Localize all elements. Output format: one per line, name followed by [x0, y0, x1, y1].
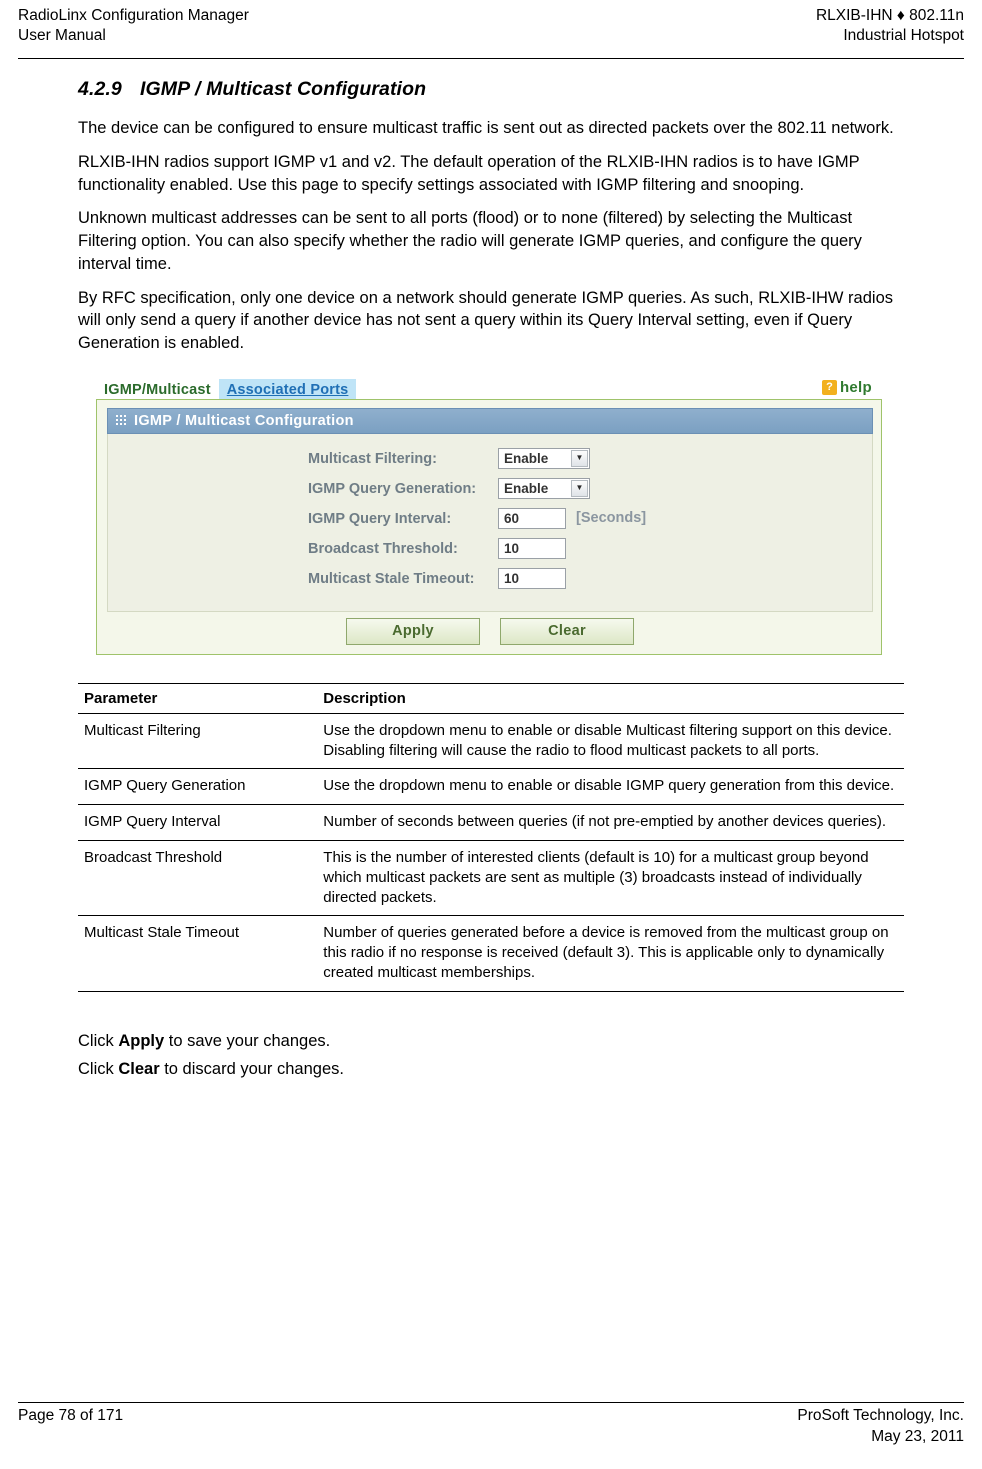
- footer-right: ProSoft Technology, Inc. May 23, 2011: [797, 1406, 964, 1447]
- cell-parameter: IGMP Query Generation: [78, 768, 318, 806]
- cell-parameter: IGMP Query Interval: [78, 804, 318, 842]
- page-number: Page 78 of 171: [18, 1407, 124, 1425]
- screenshot-figure: IGMP/Multicast Associated Ports ? help I…: [96, 377, 886, 657]
- input-igmp-query-interval[interactable]: 60: [498, 507, 566, 529]
- question-mark-icon: ?: [821, 379, 837, 395]
- closing-apply-bold: Apply: [118, 1031, 165, 1050]
- label-broadcast-threshold: Broadcast Threshold:: [308, 540, 458, 557]
- form-row-igmp-query-interval: IGMP Query Interval: 60 [Seconds]: [308, 507, 647, 533]
- cell-parameter: Broadcast Threshold: [78, 840, 318, 917]
- input-multicast-stale-timeout[interactable]: 10: [498, 567, 566, 589]
- label-multicast-filtering: Multicast Filtering:: [308, 450, 437, 467]
- header-right: RLXIB-IHN ♦ 802.11n Industrial Hotspot: [816, 6, 964, 46]
- closing-clear-bold: Clear: [118, 1059, 160, 1078]
- cell-description: Use the dropdown menu to enable or disab…: [317, 768, 904, 806]
- intro-paragraph-4: By RFC specification, only one device on…: [78, 288, 894, 353]
- header-category: Industrial Hotspot: [843, 27, 964, 45]
- closing-clear-post: to discard your changes.: [159, 1059, 344, 1078]
- footer-divider: [18, 1402, 964, 1403]
- apply-button[interactable]: Apply: [346, 617, 480, 645]
- form-row-multicast-filtering: Multicast Filtering: Enable ▼: [308, 447, 646, 473]
- page-header: RadioLinx Configuration Manager User Man…: [0, 0, 982, 46]
- cell-description: This is the number of interested clients…: [317, 840, 904, 917]
- unit-seconds: [Seconds]: [576, 509, 647, 526]
- header-divider: [18, 58, 964, 59]
- panel-body: Multicast Filtering: Enable ▼ IGMP Query…: [107, 433, 873, 612]
- closing-instructions: Click Apply to save your changes. Click …: [78, 1032, 906, 1079]
- input-broadcast-threshold[interactable]: 10: [498, 537, 566, 559]
- intro-paragraph-2: RLXIB-IHN radios support IGMP v1 and v2.…: [78, 152, 860, 194]
- section-number: 4.2.9: [78, 78, 122, 100]
- closing-line-clear: Click Clear to discard your changes.: [78, 1060, 906, 1079]
- label-igmp-query-interval: IGMP Query Interval:: [308, 510, 452, 527]
- form-row-broadcast-threshold: Broadcast Threshold: 10: [308, 537, 646, 563]
- intro-paragraph-1: The device can be configured to ensure m…: [78, 119, 894, 137]
- page-footer: Page 78 of 171 ProSoft Technology, Inc. …: [18, 1406, 964, 1447]
- header-doc-type: User Manual: [18, 27, 106, 45]
- table-header-row: Parameter Description: [78, 682, 904, 714]
- closing-apply-pre: Click: [78, 1031, 119, 1050]
- tab-bar: IGMP/Multicast Associated Ports: [96, 377, 357, 401]
- table-row: Multicast Stale Timeout Number of querie…: [78, 915, 904, 992]
- panel-titlebar: IGMP / Multicast Configuration: [107, 407, 873, 434]
- column-header-description: Description: [317, 682, 904, 714]
- tab-igmp-multicast[interactable]: IGMP/Multicast: [96, 378, 219, 401]
- parameter-table: Parameter Description Multicast Filterin…: [78, 682, 904, 992]
- select-multicast-filtering[interactable]: Enable ▼: [498, 447, 590, 469]
- page-content: 4.2.9 IGMP / Multicast Configuration The …: [78, 78, 906, 1088]
- label-multicast-stale-timeout: Multicast Stale Timeout:: [308, 570, 475, 587]
- column-header-parameter: Parameter: [78, 682, 318, 714]
- cell-description: Number of queries generated before a dev…: [317, 915, 904, 992]
- closing-apply-post: to save your changes.: [164, 1031, 331, 1050]
- cell-description: Number of seconds between queries (if no…: [317, 804, 904, 842]
- intro-paragraph-3: Unknown multicast addresses can be sent …: [78, 209, 862, 273]
- tab-associated-ports[interactable]: Associated Ports: [218, 378, 357, 401]
- cell-parameter: Multicast Stale Timeout: [78, 915, 318, 992]
- chevron-down-icon: ▼: [571, 479, 588, 497]
- form-row-igmp-query-generation: IGMP Query Generation: Enable ▼: [308, 477, 646, 503]
- settings-form: Multicast Filtering: Enable ▼ IGMP Query…: [308, 447, 647, 598]
- footer-company: ProSoft Technology, Inc.: [797, 1407, 964, 1425]
- help-label: help: [839, 378, 872, 396]
- table-row: IGMP Query Generation Use the dropdown m…: [78, 768, 904, 806]
- config-panel: IGMP / Multicast Configuration Multicast…: [96, 398, 883, 655]
- select-igmp-query-generation-value: Enable: [504, 480, 549, 496]
- page-title: 4.2.9 IGMP / Multicast Configuration: [78, 78, 906, 101]
- panel-title-text: IGMP / Multicast Configuration: [134, 412, 354, 429]
- cell-parameter: Multicast Filtering: [78, 713, 318, 770]
- cell-description: Use the dropdown menu to enable or disab…: [317, 713, 904, 770]
- closing-clear-pre: Click: [78, 1059, 119, 1078]
- select-multicast-filtering-value: Enable: [504, 450, 549, 466]
- panel-button-row: Apply Clear: [97, 617, 883, 645]
- header-product-name: RadioLinx Configuration Manager: [18, 7, 249, 24]
- header-left: RadioLinx Configuration Manager User Man…: [18, 6, 249, 46]
- table-row: Broadcast Threshold This is the number o…: [78, 840, 904, 917]
- grip-icon: [116, 415, 126, 426]
- document-page: RadioLinx Configuration Manager User Man…: [0, 0, 982, 1469]
- igmp-config-screen: IGMP/Multicast Associated Ports ? help I…: [96, 377, 886, 657]
- clear-button[interactable]: Clear: [500, 617, 634, 645]
- section-heading-text: IGMP / Multicast Configuration: [140, 78, 427, 100]
- select-igmp-query-generation[interactable]: Enable ▼: [498, 477, 590, 499]
- form-row-multicast-stale-timeout: Multicast Stale Timeout: 10: [308, 567, 646, 593]
- chevron-down-icon: ▼: [571, 449, 588, 467]
- label-igmp-query-generation: IGMP Query Generation:: [308, 480, 477, 497]
- table-row: IGMP Query Interval Number of seconds be…: [78, 804, 904, 842]
- closing-line-apply: Click Apply to save your changes.: [78, 1032, 906, 1051]
- footer-date: May 23, 2011: [871, 1427, 964, 1445]
- help-link[interactable]: ? help: [821, 378, 872, 396]
- header-model: RLXIB-IHN ♦ 802.11n: [815, 7, 964, 24]
- table-row: Multicast Filtering Use the dropdown men…: [78, 713, 904, 770]
